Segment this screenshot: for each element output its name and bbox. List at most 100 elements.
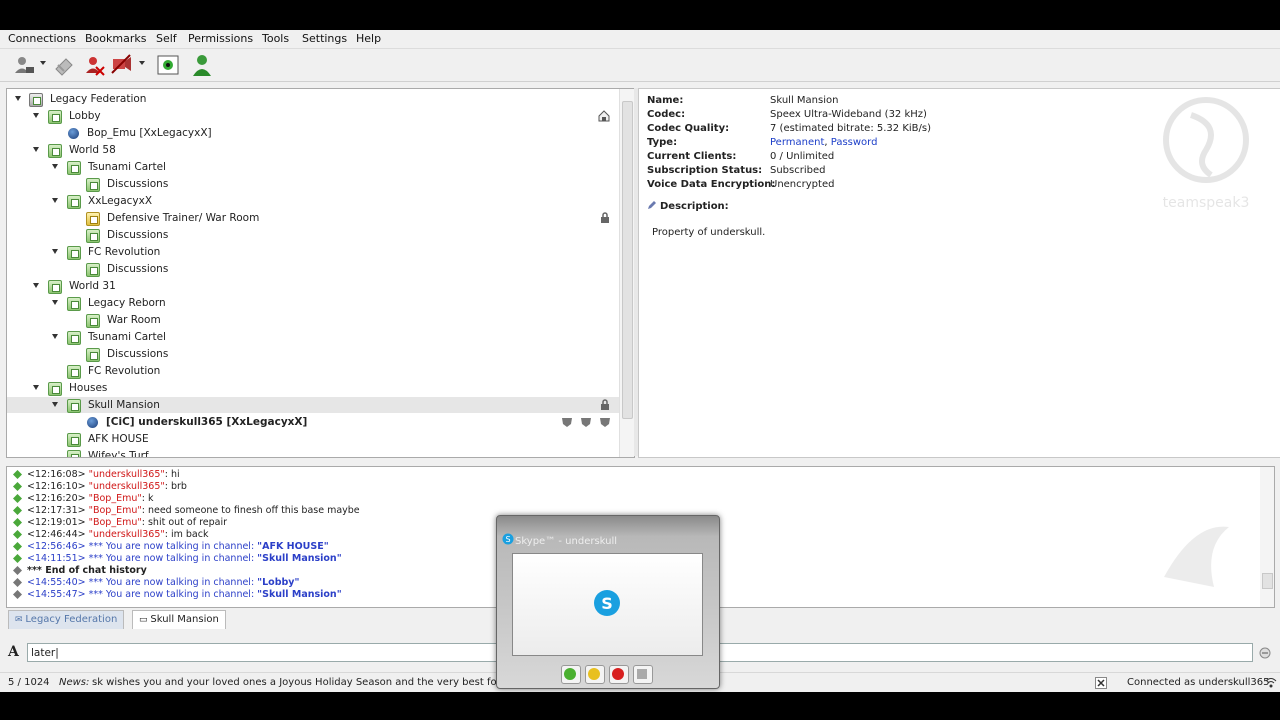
expand-arrow-icon[interactable] [33,147,39,152]
menu-help[interactable]: Help [356,32,381,45]
skype-status-button[interactable] [585,665,605,684]
expand-arrow-icon[interactable] [52,402,58,407]
info-key: Type: [647,137,678,148]
close-news-icon[interactable] [1095,677,1107,689]
menu-bookmarks[interactable]: Bookmarks [85,32,146,45]
info-key: Name: [647,95,684,106]
chat-scrollbar[interactable] [1260,467,1274,607]
tree-label: Lobby [69,110,101,122]
encryption-value: Unencrypted [770,179,835,190]
server-group-badge-icon [562,418,572,427]
tree-scrollbar[interactable] [619,89,634,457]
codec-quality-value: 7 (estimated bitrate: 5.32 KiB/s) [770,123,932,134]
tree-channel-row[interactable]: Defensive Trainer/ War Room [7,210,619,226]
tree-channel-row[interactable]: Houses [7,380,619,396]
tree-channel-row[interactable]: Discussions [7,261,619,277]
text-format-icon[interactable]: A [8,644,19,660]
channel-icon [67,161,81,175]
skype-popup[interactable]: S Skype™ - underskull S [496,515,720,689]
message-icon [13,590,22,599]
channel-icon [67,246,81,260]
message-icon [13,566,22,575]
tab-channel[interactable]: ▭ Skull Mansion [132,610,226,629]
channel-icon [48,382,62,396]
channel-icon [86,263,100,277]
tree-channel-row[interactable]: XxLegacyxX [7,193,619,209]
message-icon [13,518,22,527]
tree-channel-row[interactable]: Discussions [7,346,619,362]
tab-server[interactable]: ✉ Legacy Federation [8,610,125,629]
tree-channel-row[interactable]: FC Revolution [7,363,619,379]
menu-self[interactable]: Self [156,32,177,45]
tree-label: Bop_Emu [XxLegacyxX] [87,127,212,139]
menu-settings[interactable]: Settings [302,32,347,45]
tree-channel-row[interactable]: Tsunami Cartel [7,159,619,175]
codec-value: Speex Ultra-Wideband (32 kHz) [770,109,927,120]
expand-arrow-icon[interactable] [52,164,58,169]
menu-connections[interactable]: Connections [8,32,76,45]
mute-microphone-icon[interactable] [110,53,134,77]
tree-channel-row[interactable]: War Room [7,312,619,328]
expand-arrow-icon[interactable] [33,385,39,390]
channel-icon [86,178,100,192]
tree-user-row[interactable]: [CiC] underskull365 [XxLegacyxX] [7,414,619,430]
tree-channel-row[interactable]: World 31 [7,278,619,294]
channel-icon [48,280,62,294]
server-view-icon[interactable] [156,53,180,77]
tree-channel-row[interactable]: Legacy Reborn [7,295,619,311]
expand-arrow-icon[interactable] [52,198,58,203]
tree-label: FC Revolution [88,365,161,377]
skype-accept-button[interactable] [561,665,581,684]
tree-channel-row[interactable]: Discussions [7,227,619,243]
connect-dropdown-arrow[interactable] [40,61,46,65]
tree-scrollbar-thumb[interactable] [622,101,633,419]
tree-channel-row[interactable]: Tsunami Cartel [7,329,619,345]
description-label: Description: [660,201,729,212]
tree-user-row[interactable]: Bop_Emu [XxLegacyxX] [7,125,619,141]
expand-arrow-icon[interactable] [15,96,21,101]
channel-group-badge-icon [581,418,591,427]
expand-arrow-icon[interactable] [52,334,58,339]
skype-more-button[interactable] [633,665,653,684]
message-icon [13,578,22,587]
tree-channel-row[interactable]: AFK HOUSE [7,431,619,447]
type-password-link[interactable]: Password [831,137,878,148]
away-icon[interactable] [82,53,106,77]
tree-channel-row[interactable]: FC Revolution [7,244,619,260]
tab-label: Skull Mansion [150,614,219,625]
channel-icon [86,229,100,243]
expand-arrow-icon[interactable] [52,249,58,254]
tree-channel-row[interactable]: Lobby [7,108,619,124]
tree-channel-row[interactable]: World 58 [7,142,619,158]
tree-channel-row[interactable]: Discussions [7,176,619,192]
skype-decline-button[interactable] [609,665,629,684]
home-icon [598,110,610,122]
tree-channel-row-selected[interactable]: Skull Mansion [7,397,619,413]
chat-scrollbar-thumb[interactable] [1262,573,1273,589]
tree-label: Legacy Reborn [88,297,166,309]
tree-server-row[interactable]: Legacy Federation [7,91,619,107]
channel-tree: Legacy Federation Lobby Bop_Emu [XxLegac… [6,88,635,458]
emoticon-icon[interactable] [1259,647,1271,659]
type-permanent-link[interactable]: Permanent [770,137,824,148]
disconnect-icon[interactable] [52,53,76,77]
menu-bar: Connections Bookmarks Self Permissions T… [0,30,1280,49]
expand-arrow-icon[interactable] [52,300,58,305]
message-icon [13,494,22,503]
type-value: Permanent, Password [770,137,877,148]
tree-label: Houses [69,382,108,394]
channel-icon [86,348,100,362]
user-icon[interactable] [190,53,214,77]
expand-arrow-icon[interactable] [33,283,39,288]
teamspeak-logo-icon: teamspeak3 [1163,97,1249,211]
tree-label: Wifey's Turf [88,450,149,458]
user-icon [87,417,98,428]
menu-tools[interactable]: Tools [262,32,289,45]
expand-arrow-icon[interactable] [33,113,39,118]
mute-dropdown-arrow[interactable] [139,61,145,65]
message-icon [13,554,22,563]
menu-permissions[interactable]: Permissions [188,32,253,45]
connect-icon[interactable] [12,53,36,77]
tree-channel-row[interactable]: Wifey's Turf [7,448,619,458]
tree-label: Discussions [107,178,169,190]
